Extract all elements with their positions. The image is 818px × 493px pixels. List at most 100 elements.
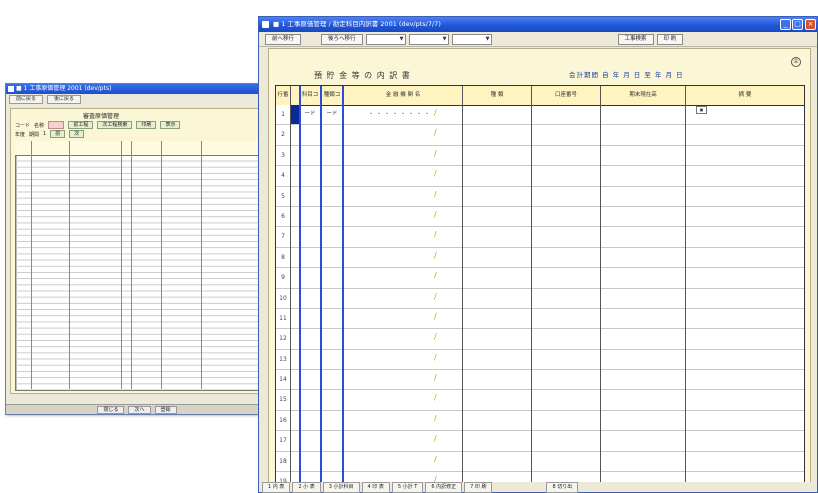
grid-column-line xyxy=(201,141,202,389)
table-row[interactable]: 8/ xyxy=(276,247,804,269)
main-window-titlebar[interactable]: ■ 1 工事原価管理 / 勘定科目内訳書 2001 (dev/pts/7/7) … xyxy=(259,17,817,32)
column-divider xyxy=(600,86,601,486)
background-register-button[interactable]: 登録 xyxy=(154,405,177,414)
row-number: 10 xyxy=(276,288,290,308)
date-separator[interactable]: / xyxy=(434,108,437,117)
column-divider-blue xyxy=(342,86,344,486)
table-row[interactable]: 12 / xyxy=(276,329,804,350)
row-number: 3 xyxy=(276,145,290,165)
filter-select-3[interactable]: ▼ xyxy=(451,33,492,45)
bottom-tab-1[interactable]: 1 内 表 xyxy=(262,482,291,493)
table-row[interactable]: 10 / xyxy=(276,288,804,309)
table-row[interactable]: 14 / xyxy=(276,370,804,391)
table-row[interactable]: 1 /・・・・・・・・ ▣ xyxy=(276,105,804,126)
cell-picker-icon[interactable]: ▣ xyxy=(696,106,707,114)
row-number: 14 xyxy=(276,370,290,390)
table-row[interactable]: 6/ xyxy=(276,206,804,228)
accounting-period-label[interactable]: 会計期間 自 年 月 日 至 年 月 日 xyxy=(569,69,684,79)
bottom-tab-7[interactable]: 7 印 刷 xyxy=(464,482,493,493)
info-icon[interactable]: ① xyxy=(791,57,801,67)
table-row[interactable]: 7/ xyxy=(276,227,804,248)
form-title: 預 貯 金 等 の 内 訳 書 xyxy=(314,71,411,80)
name-input[interactable] xyxy=(48,121,65,129)
maximize-button[interactable]: □ xyxy=(792,19,803,30)
close-button[interactable]: × xyxy=(805,19,816,30)
date-separator[interactable]: / xyxy=(434,230,437,239)
move-next-button[interactable]: 後ろへ移行 xyxy=(321,33,363,45)
date-separator[interactable]: / xyxy=(434,332,437,341)
main-window-title: ■ 1 工事原価管理 / 勘定科目内訳書 2001 (dev/pts/7/7) xyxy=(273,20,441,28)
row-number: 16 xyxy=(276,410,290,430)
deposit-statement-form: 預 貯 金 等 の 内 訳 書 会計期間 自 年 月 日 至 年 月 日 ① 行… xyxy=(268,48,811,487)
bottom-tab-3[interactable]: 3 小計科目 xyxy=(322,482,360,493)
background-toolbar: 前に戻る 後に戻る xyxy=(6,94,268,104)
column-header-remarks: 摘 要 xyxy=(738,92,752,98)
background-grid[interactable] xyxy=(15,141,261,391)
row-number: 2 xyxy=(276,125,290,145)
main-window[interactable]: ■ 1 工事原価管理 / 勘定科目内訳書 2001 (dev/pts/7/7) … xyxy=(258,16,818,493)
project-search-button[interactable]: 工事検索 xyxy=(617,33,654,45)
row-number: 6 xyxy=(276,206,290,226)
date-separator[interactable]: / xyxy=(434,353,437,362)
table-row[interactable]: 3/ xyxy=(276,145,804,167)
date-separator[interactable]: / xyxy=(434,373,437,382)
background-filter-row: コード 名称 前工程 次工程検索 印刷 表示 xyxy=(15,121,258,129)
deposit-table: 行番 科目コード 種類コード 金 融 機 関 名 種 類 口座番号 期末現在高 … xyxy=(275,85,805,487)
period-prev-button[interactable]: 前 xyxy=(50,130,66,138)
date-separator[interactable]: / xyxy=(434,128,437,137)
table-row[interactable]: 17 / xyxy=(276,431,804,452)
table-row[interactable]: 9/ xyxy=(276,268,804,289)
background-next-button[interactable]: 後に戻る xyxy=(47,95,82,104)
background-window[interactable]: ■ 1 工事原価管理 2001 (dev/pts) 前に戻る 後に戻る 審査原価… xyxy=(5,83,269,415)
next-search-button[interactable]: 次工程検索 xyxy=(97,121,133,129)
background-close-button[interactable]: 閉じる xyxy=(97,405,125,414)
bottom-tab-6[interactable]: 6 内訳修正 xyxy=(425,482,463,493)
table-row[interactable]: 4/ xyxy=(276,166,804,187)
date-separator[interactable]: / xyxy=(434,169,437,178)
print-button[interactable]: 印 刷 xyxy=(656,33,684,45)
bottom-tab-4[interactable]: 4 印 表 xyxy=(361,482,390,493)
display-button[interactable]: 表示 xyxy=(160,121,181,129)
filter-select-2[interactable]: ▼ xyxy=(408,33,449,45)
column-header-bank-name: 金 融 機 関 名 xyxy=(385,92,421,98)
date-separator[interactable]: / xyxy=(434,271,437,280)
background-prev-button[interactable]: 前に戻る xyxy=(9,95,44,104)
date-separator[interactable]: / xyxy=(434,210,437,219)
filter-select-1[interactable]: ▼ xyxy=(365,33,406,45)
column-divider-blue xyxy=(299,86,301,486)
prev-process-button[interactable]: 前工程 xyxy=(68,121,94,129)
date-separator[interactable]: / xyxy=(434,251,437,260)
date-separator[interactable]: / xyxy=(434,292,437,301)
row-number: 5 xyxy=(276,186,290,206)
date-separator[interactable]: / xyxy=(434,149,437,158)
print-button[interactable]: 印刷 xyxy=(136,121,157,129)
date-separator[interactable]: / xyxy=(434,434,437,443)
bottom-tab-9[interactable]: 8 切り出 xyxy=(546,482,579,493)
date-separator[interactable]: / xyxy=(434,312,437,321)
date-separator[interactable]: / xyxy=(434,414,437,423)
date-separator[interactable]: / xyxy=(434,190,437,199)
date-separator[interactable]: / xyxy=(434,455,437,464)
table-row[interactable]: 11 / xyxy=(276,308,804,330)
table-row[interactable]: 13 / xyxy=(276,349,804,371)
table-row[interactable]: 18 / xyxy=(276,451,804,473)
grid-column-line xyxy=(69,141,70,389)
main-toolbar: 前へ移行 後ろへ移行 ▼ ▼ ▼ 工事検索 印 刷 xyxy=(259,32,817,47)
table-row[interactable]: 15 / xyxy=(276,390,804,411)
table-row[interactable]: 2/ xyxy=(276,125,804,146)
bottom-tab-2[interactable]: 2 小 表 xyxy=(292,482,321,493)
bottom-tab-8[interactable] xyxy=(494,482,544,491)
minimize-button[interactable]: _ xyxy=(780,19,791,30)
column-divider-blue xyxy=(320,86,322,486)
background-forward-button[interactable]: 次へ xyxy=(128,405,151,414)
row-number: 12 xyxy=(276,329,290,349)
table-row[interactable]: 16 / xyxy=(276,410,804,432)
table-body[interactable]: 1/・・・・・・・・ ▣ 2/3/4/5/6/7/8/9/10/11/12/13/1… xyxy=(276,105,804,486)
move-prev-button[interactable]: 前へ移行 xyxy=(265,33,302,45)
bottom-tab-5[interactable]: 5 小計 T xyxy=(391,482,424,493)
period-next-button[interactable]: 次 xyxy=(69,130,85,138)
date-separator[interactable]: / xyxy=(434,393,437,402)
table-row[interactable]: 5/ xyxy=(276,186,804,207)
row-number: 1 xyxy=(276,105,290,124)
selected-cell[interactable] xyxy=(291,105,299,124)
